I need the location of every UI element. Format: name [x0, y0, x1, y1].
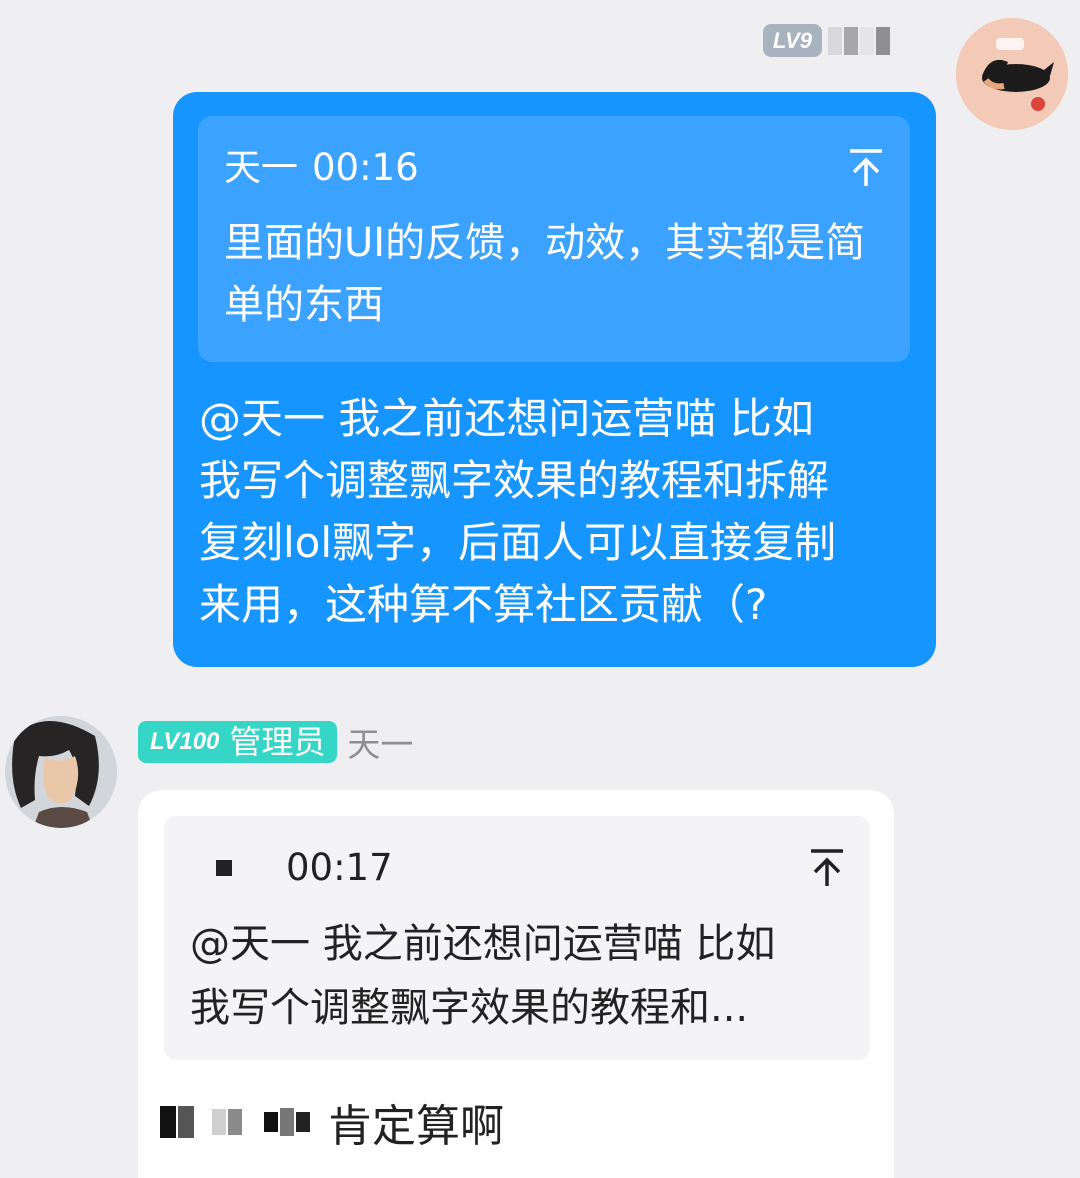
sender-name[interactable]: 天一 [347, 718, 413, 766]
quote-header: 00:17 [216, 844, 393, 892]
quoted-message[interactable]: 天一 00:16 里面的UI的反馈，动效，其实都是简单的东西 [198, 116, 910, 362]
avatar[interactable] [956, 18, 1068, 130]
jump-to-original-icon[interactable] [848, 148, 884, 188]
censored-username [828, 26, 890, 55]
quote-header: 天一 00:16 [224, 144, 419, 192]
quote-text: 里面的UI的反馈，动效，其实都是简单的东西 [224, 220, 866, 328]
role-badge: 管理员 [229, 723, 326, 761]
shiba-dog-avatar-icon [956, 18, 1068, 130]
quote-text: @天一 我之前还想问运营喵 比如 我写个调整飘字效果的教程和... [190, 921, 776, 1031]
quote-time: 00:17 [286, 846, 393, 889]
censored-author [216, 860, 232, 876]
quote-author: 天一 [224, 146, 298, 189]
quoted-message[interactable]: 00:17 @天一 我之前还想问运营喵 比如 我写个调整飘字效果的教程和... [164, 816, 870, 1060]
censored-mention [160, 1106, 310, 1138]
admin-badge: LV100 管理员 [138, 721, 338, 763]
message-text: 肯定算啊 [328, 1101, 504, 1152]
jump-to-original-icon[interactable] [809, 848, 845, 888]
level-badge: LV100 [150, 728, 220, 755]
chat-screen: LV9 天一 00:16 里面的UI的反馈，动效，其实都是简单的东西 @天一 我… [0, 0, 1080, 1178]
message-text: @天一 我之前还想问运营喵 比如 我写个调整飘字效果的教程和拆解 复刻lol飘字… [199, 394, 837, 629]
swordsman-avatar-icon [5, 716, 117, 828]
sender-meta-other: LV100 管理员 天一 [138, 718, 413, 766]
message-bubble-outgoing[interactable]: 天一 00:16 里面的UI的反馈，动效，其实都是简单的东西 @天一 我之前还想… [173, 92, 936, 667]
quote-time: 00:16 [312, 146, 419, 189]
message-bubble-incoming[interactable]: 00:17 @天一 我之前还想问运营喵 比如 我写个调整飘字效果的教程和... … [138, 790, 894, 1178]
avatar[interactable] [5, 716, 117, 828]
reply-row: 肯定算啊 [160, 1090, 504, 1154]
level-badge: LV9 [762, 24, 822, 57]
sender-meta-self: LV9 [762, 24, 890, 57]
